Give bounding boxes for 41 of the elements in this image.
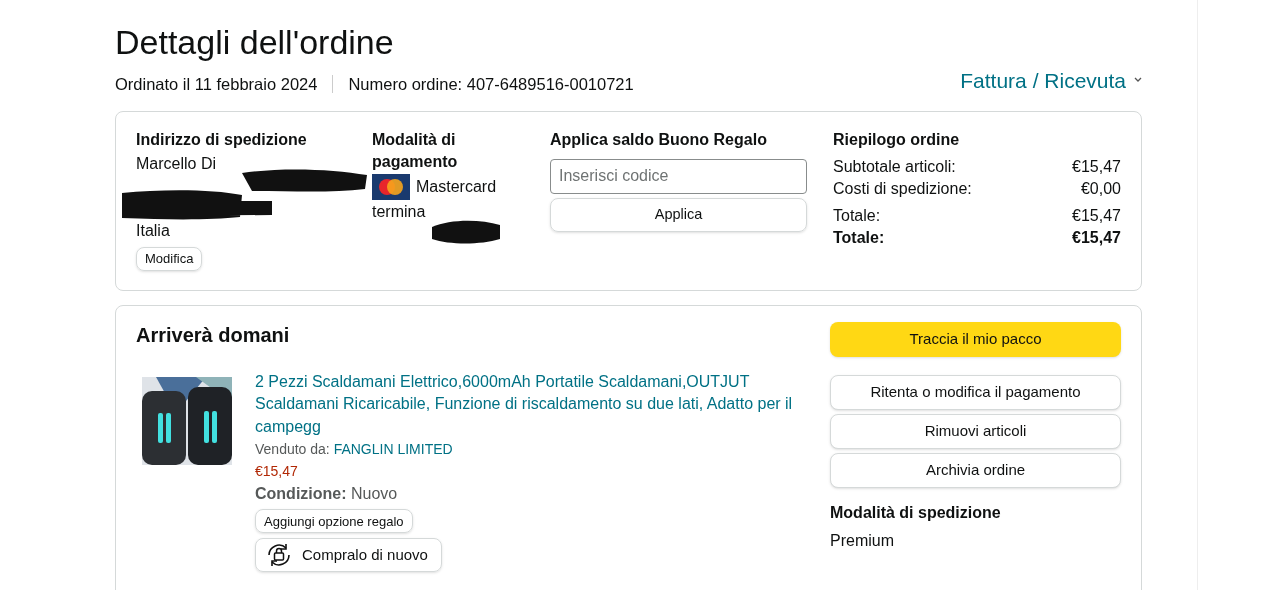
shipping-method: Premium [830,530,894,551]
summary-value: €15,47 [1072,156,1121,177]
address-line: Italia [136,220,170,241]
summary-label: Totale: [833,205,881,226]
summary-value: €15,47 [1072,205,1121,226]
item-price: €15,47 [255,462,298,482]
apply-button[interactable]: Applica [550,197,807,232]
summary-label: Subtotale articoli: [833,156,956,177]
section-heading: Riepilogo ordine [833,129,961,150]
seller-line: Venduto da: FANGLIN LIMITED [255,440,453,460]
order-date: Ordinato il 11 febbraio 2024 [115,74,318,95]
condition-line: Condizione: Nuovo [255,484,398,505]
gift-option-button[interactable]: Aggiungi opzione regalo [255,509,413,534]
chevron-down-icon [1134,77,1142,84]
summary-label: Costi di spedizione: [833,178,972,199]
section-heading: Modalità di spedizione [830,502,1001,523]
summary-label: Totale: [833,227,885,248]
buy-again-button[interactable]: Compralo di nuovo [255,538,442,573]
order-number: Numero ordine: 407-6489516-0010721 [348,74,634,95]
section-heading: Indirizzo di spedizione [136,129,308,150]
card-name: Mastercard [416,176,497,197]
address-line: Marcello Di [136,153,216,174]
reorder-icon [265,542,293,569]
summary-value: €0,00 [1080,178,1121,199]
product-title-link[interactable]: 2 Pezzi Scaldamani Elettrico,6000mAh Portatile Scaldamani,OUTJUT Scaldamani Ricaricabile, Funzione di riscaldamento su due lati, Adatto per il campegg [255,370,800,439]
action-button[interactable]: Rimuovi articoli [830,413,1121,449]
card-ending: termina [372,201,426,222]
shipment-heading: Arriverà domani [136,322,290,348]
invoice-link[interactable]: Fattura / Ricevuta [960,64,1142,97]
action-button[interactable]: Archivia ordine [830,452,1121,488]
gift-code-field[interactable]: Inserisci codice [550,158,807,194]
page-title: Dettagli dell'ordine [115,22,394,62]
summary-value: €15,47 [1072,227,1121,248]
section-heading: Modalità di pagamento [372,129,459,172]
section-heading: Applica saldo Buono Regalo [550,129,768,150]
redaction-scribble [430,218,502,245]
edit-button[interactable]: Modifica [136,246,203,271]
card-logo-icon [372,173,410,200]
seller-link[interactable]: FANGLIN LIMITED [333,441,453,458]
action-button[interactable]: Ritenta o modifica il pagamento [830,374,1121,410]
track-package-button[interactable]: Traccia il mio pacco [830,321,1121,357]
